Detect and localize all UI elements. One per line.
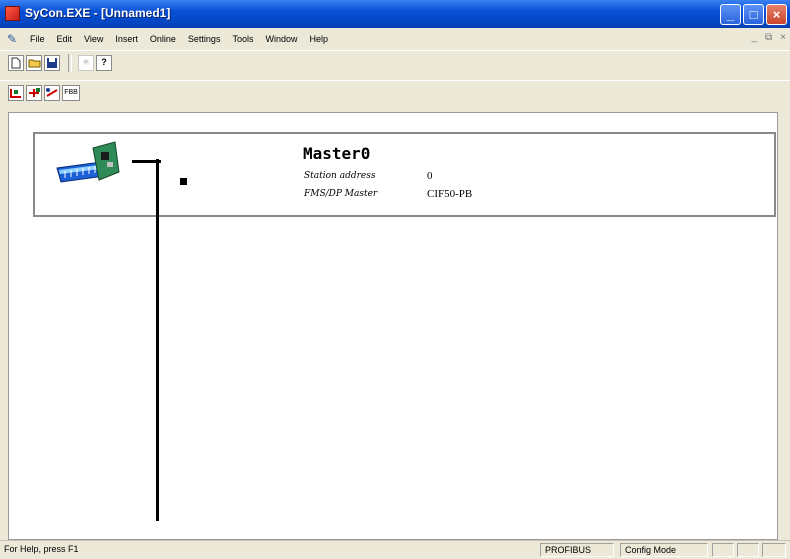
menu-insert[interactable]: Insert <box>109 32 144 46</box>
status-bar: For Help, press F1 PROFIBUS Config Mode <box>0 540 790 559</box>
close-button[interactable]: × <box>766 4 787 25</box>
status-bus-type: PROFIBUS <box>540 543 614 557</box>
app-icon[interactable] <box>5 6 20 21</box>
network-toolbar: FBB <box>0 80 790 104</box>
bus-parameter-icon[interactable]: FBB <box>62 84 80 101</box>
menu-help[interactable]: Help <box>303 32 334 46</box>
help-icon[interactable]: ? <box>96 54 112 71</box>
status-pane-empty-2 <box>737 543 759 557</box>
menu-online[interactable]: Online <box>144 32 182 46</box>
mdi-close-button[interactable]: × <box>780 32 786 43</box>
station-address-label: Station address <box>304 171 376 181</box>
maximize-button[interactable]: □ <box>743 4 764 25</box>
master-type-label: FMS/DP Master <box>304 189 378 199</box>
open-folder-icon[interactable] <box>26 54 42 71</box>
mdi-restore-button[interactable]: ⧉ <box>765 32 772 43</box>
menu-window[interactable]: Window <box>259 32 303 46</box>
bus-junction <box>180 178 187 185</box>
window-title: SyCon.EXE - [Unnamed1] <box>25 6 171 20</box>
insert-master-icon[interactable] <box>8 84 24 101</box>
status-pane-empty-3 <box>762 543 786 557</box>
status-mode: Config Mode <box>620 543 708 557</box>
new-file-icon[interactable] <box>8 54 24 71</box>
menu-settings[interactable]: Settings <box>182 32 227 46</box>
save-icon[interactable] <box>44 54 60 71</box>
menu-edit[interactable]: Edit <box>51 32 79 46</box>
insert-slave-icon[interactable] <box>26 84 42 101</box>
station-address-value: 0 <box>427 170 433 182</box>
connect-icon[interactable] <box>44 84 60 101</box>
title-bar[interactable]: SyCon.EXE - [Unnamed1] _ □ × <box>0 0 790 28</box>
master-device-box[interactable]: Master0 Station address 0 FMS/DP Master … <box>33 132 776 217</box>
status-help-text: For Help, press F1 <box>4 544 79 554</box>
menu-tools[interactable]: Tools <box>226 32 259 46</box>
toolbar-separator <box>68 53 72 72</box>
mdi-minimize-button[interactable]: _ <box>751 32 757 43</box>
disabled-icon: ✳ <box>78 54 94 71</box>
mdi-controls: _ ⧉ × <box>751 32 786 43</box>
menu-view[interactable]: View <box>78 32 109 46</box>
interface-card-icon <box>56 141 120 183</box>
network-view[interactable]: Master0 Station address 0 FMS/DP Master … <box>8 112 778 540</box>
status-pane-empty-1 <box>712 543 734 557</box>
master-type-value: CIF50-PB <box>427 188 473 200</box>
minimize-button[interactable]: _ <box>720 4 741 25</box>
document-icon[interactable]: ✎ <box>5 32 19 46</box>
menu-bar: ✎ File Edit View Insert Online Settings … <box>0 28 790 50</box>
menu-file[interactable]: File <box>24 32 51 46</box>
bus-line[interactable] <box>156 159 159 521</box>
master-name: Master0 <box>303 144 371 163</box>
menu-items: File Edit View Insert Online Settings To… <box>24 32 334 46</box>
standard-toolbar: ✳ ? <box>0 50 790 74</box>
